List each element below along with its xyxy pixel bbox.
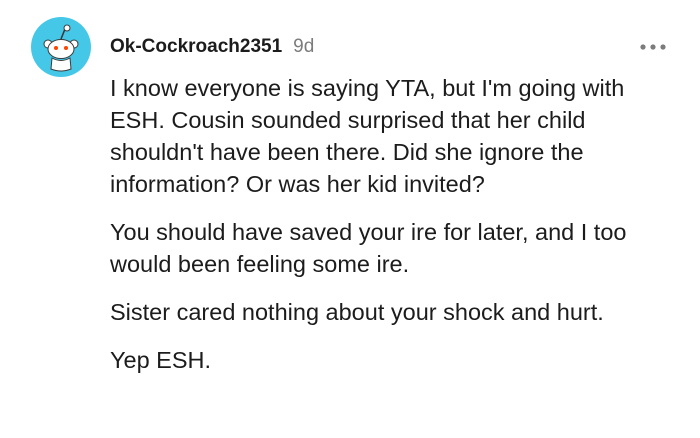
user-avatar[interactable] [31, 17, 91, 77]
comment-paragraph: You should have saved your ire for later… [110, 219, 627, 277]
comment-header: Ok-Cockroach2351 9d [110, 34, 314, 60]
comment-body: I know everyone is saying YTA, but I'm g… [110, 72, 670, 392]
comment-age: 9d [293, 36, 315, 57]
username-link[interactable]: Ok-Cockroach2351 [110, 36, 282, 58]
comment-paragraph: I know everyone is saying YTA, but I'm g… [110, 75, 625, 197]
comment-paragraph: Yep ESH. [110, 347, 212, 373]
comment-paragraph: Sister cared nothing about your shock an… [110, 299, 604, 325]
more-options-button[interactable] [638, 40, 668, 54]
reddit-snoo-avatar-icon [31, 17, 91, 77]
more-options-icon [640, 44, 666, 50]
